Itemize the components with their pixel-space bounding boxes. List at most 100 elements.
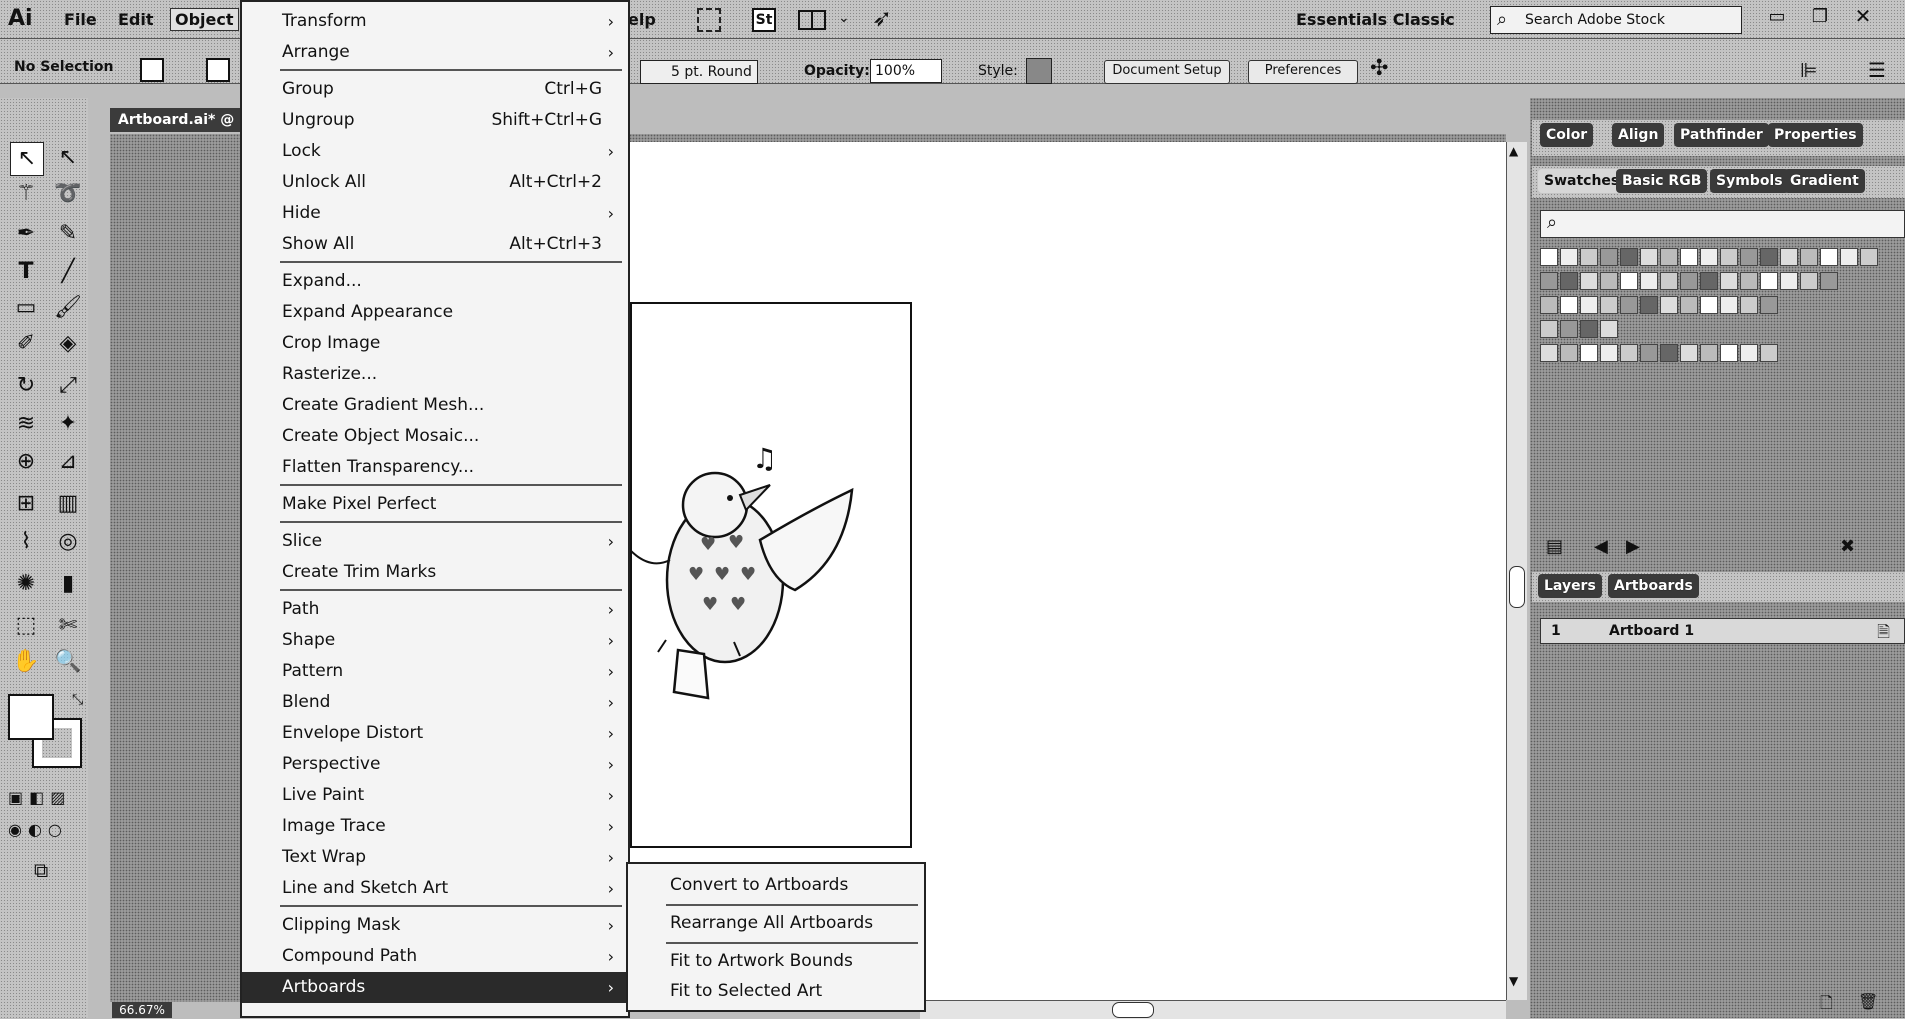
swatch[interactable] [1640,248,1658,266]
menu-item-create-object-mosaic[interactable]: Create Object Mosaic... [242,421,628,452]
swatch[interactable] [1700,272,1718,290]
zoom-icon[interactable]: 🔍 [52,646,84,678]
menu-file[interactable]: File [64,10,97,29]
swatch[interactable] [1700,248,1718,266]
rotate-icon[interactable]: ↻ [10,370,42,402]
menu-item-image-trace[interactable]: Image Trace › [242,811,628,842]
menu-item-transform[interactable]: Transform › [242,6,628,37]
menu-item-live-paint[interactable]: Live Paint › [242,780,628,811]
swatch[interactable] [1640,344,1658,362]
tab-align[interactable]: Align [1612,123,1665,147]
menu-item-shape[interactable]: Shape › [242,625,628,656]
menu-item-show-all[interactable]: Show All Alt+Ctrl+3 [242,229,628,260]
swatch[interactable] [1640,272,1658,290]
swatch[interactable] [1740,344,1758,362]
delete-artboard-icon[interactable]: 🗑 [1858,992,1878,1011]
menu-item-create-gradient-mesh[interactable]: Create Gradient Mesh... [242,390,628,421]
new-artboard-icon[interactable]: 🗋 [1820,992,1833,1019]
swatch[interactable] [1620,296,1638,314]
submenu-item-fit-to-selected-art[interactable]: Fit to Selected Art [628,976,924,1007]
curvature-icon[interactable]: ✎ [52,218,84,250]
swatch[interactable] [1660,272,1678,290]
swatch[interactable] [1620,344,1638,362]
menu-item-arrange[interactable]: Arrange › [242,37,628,68]
tab-color[interactable]: Color [1540,123,1594,147]
swatch[interactable] [1560,320,1578,338]
menu-item-ungroup[interactable]: Ungroup Shift+Ctrl+G [242,105,628,136]
swatch[interactable] [1580,344,1598,362]
menu-item-make-pixel-perfect[interactable]: Make Pixel Perfect [242,489,628,520]
lasso-icon[interactable]: ➰ [52,178,84,210]
swatch[interactable] [1600,248,1618,266]
screen-mode-icon[interactable]: ⧉ [34,858,48,882]
scroll-down-icon[interactable]: ▼ [1509,974,1518,988]
swatch[interactable] [1600,272,1618,290]
menu-item-create-trim-marks[interactable]: Create Trim Marks [242,557,628,588]
shape-builder-icon[interactable]: ⊕ [10,446,42,478]
swatch[interactable] [1680,272,1698,290]
swatch[interactable] [1540,344,1558,362]
menu-item-crop-image[interactable]: Crop Image [242,328,628,359]
stock-search-field[interactable]: ⌕ Search Adobe Stock [1490,6,1742,34]
horizontal-scroll-thumb[interactable] [1112,1002,1154,1018]
submenu-item-fit-to-artwork-bounds[interactable]: Fit to Artwork Bounds [628,946,924,977]
fill-swatch[interactable] [140,58,164,82]
swatch[interactable] [1740,296,1758,314]
swatch[interactable] [1580,272,1598,290]
swatch[interactable] [1540,272,1558,290]
menu-item-clipping-mask[interactable]: Clipping Mask › [242,910,628,941]
preferences-button[interactable]: Preferences [1248,60,1358,84]
opacity-input[interactable]: 100% [870,59,942,83]
restore-button[interactable]: ❐ [1805,6,1835,30]
swatch[interactable] [1680,248,1698,266]
zoom-level-field[interactable]: 66.67% [112,1002,172,1018]
menu-item-flatten-transparency[interactable]: Flatten Transparency... [242,452,628,483]
artboard-list-row[interactable]: 1 Artboard 1 🗎 [1540,618,1905,644]
swatch[interactable] [1720,248,1738,266]
swatch[interactable] [1600,296,1618,314]
swatch[interactable] [1700,296,1718,314]
swatch[interactable] [1560,248,1578,266]
tab-properties[interactable]: Properties [1768,123,1863,147]
stroke-profile-select[interactable]: 5 pt. Round [640,60,758,84]
previous-library-icon[interactable]: ◀ [1594,536,1608,557]
menu-item-pattern[interactable]: Pattern › [242,656,628,687]
tab-swatches[interactable]: Swatches [1538,169,1626,193]
gpu-performance-icon[interactable]: ➶ [872,4,892,32]
swatch[interactable] [1760,248,1778,266]
menu-item-unlock-all[interactable]: Unlock All Alt+Ctrl+2 [242,167,628,198]
align-panel-icon[interactable]: ⊫ [1800,58,1817,82]
menu-item-line-and-sketch-art[interactable]: Line and Sketch Art › [242,873,628,904]
slice-icon[interactable]: ✄ [52,610,84,642]
gradient-icon[interactable]: ▥ [52,488,84,520]
line-icon[interactable]: ╱ [52,256,84,288]
fill-color-box[interactable] [8,694,54,740]
swatch[interactable] [1720,296,1738,314]
pen-icon[interactable]: ✒ [10,218,42,250]
document-setup-button[interactable]: Document Setup [1104,60,1230,84]
menu-item-artboards[interactable]: Artboards › [242,972,628,1003]
swatch[interactable] [1600,344,1618,362]
swatch[interactable] [1820,272,1838,290]
swatch[interactable] [1560,272,1578,290]
bridge-icon[interactable] [697,8,721,32]
mesh-icon[interactable]: ⊞ [10,488,42,520]
swatch[interactable] [1720,272,1738,290]
puppet-warp-icon[interactable]: ✦ [52,408,84,440]
swatch[interactable] [1560,344,1578,362]
select-similar-icon[interactable]: ✣ [1370,56,1388,81]
tab-symbols[interactable]: Symbols [1710,169,1789,193]
tab-pathfinder[interactable]: Pathfinder [1674,123,1769,147]
workspace-switcher[interactable]: Essentials Classic [1296,10,1455,29]
tab-layers[interactable]: Layers [1538,574,1602,598]
symbol-sprayer-icon[interactable]: ✺ [10,568,42,600]
menu-object[interactable]: Object [170,8,239,31]
swatch[interactable] [1540,320,1558,338]
scroll-thumb[interactable] [1509,566,1525,608]
swatch[interactable] [1540,248,1558,266]
swatch[interactable] [1820,248,1838,266]
swatch[interactable] [1740,248,1758,266]
swatch[interactable] [1740,272,1758,290]
menu-item-text-wrap[interactable]: Text Wrap › [242,842,628,873]
arrange-documents-icon[interactable] [798,10,826,30]
